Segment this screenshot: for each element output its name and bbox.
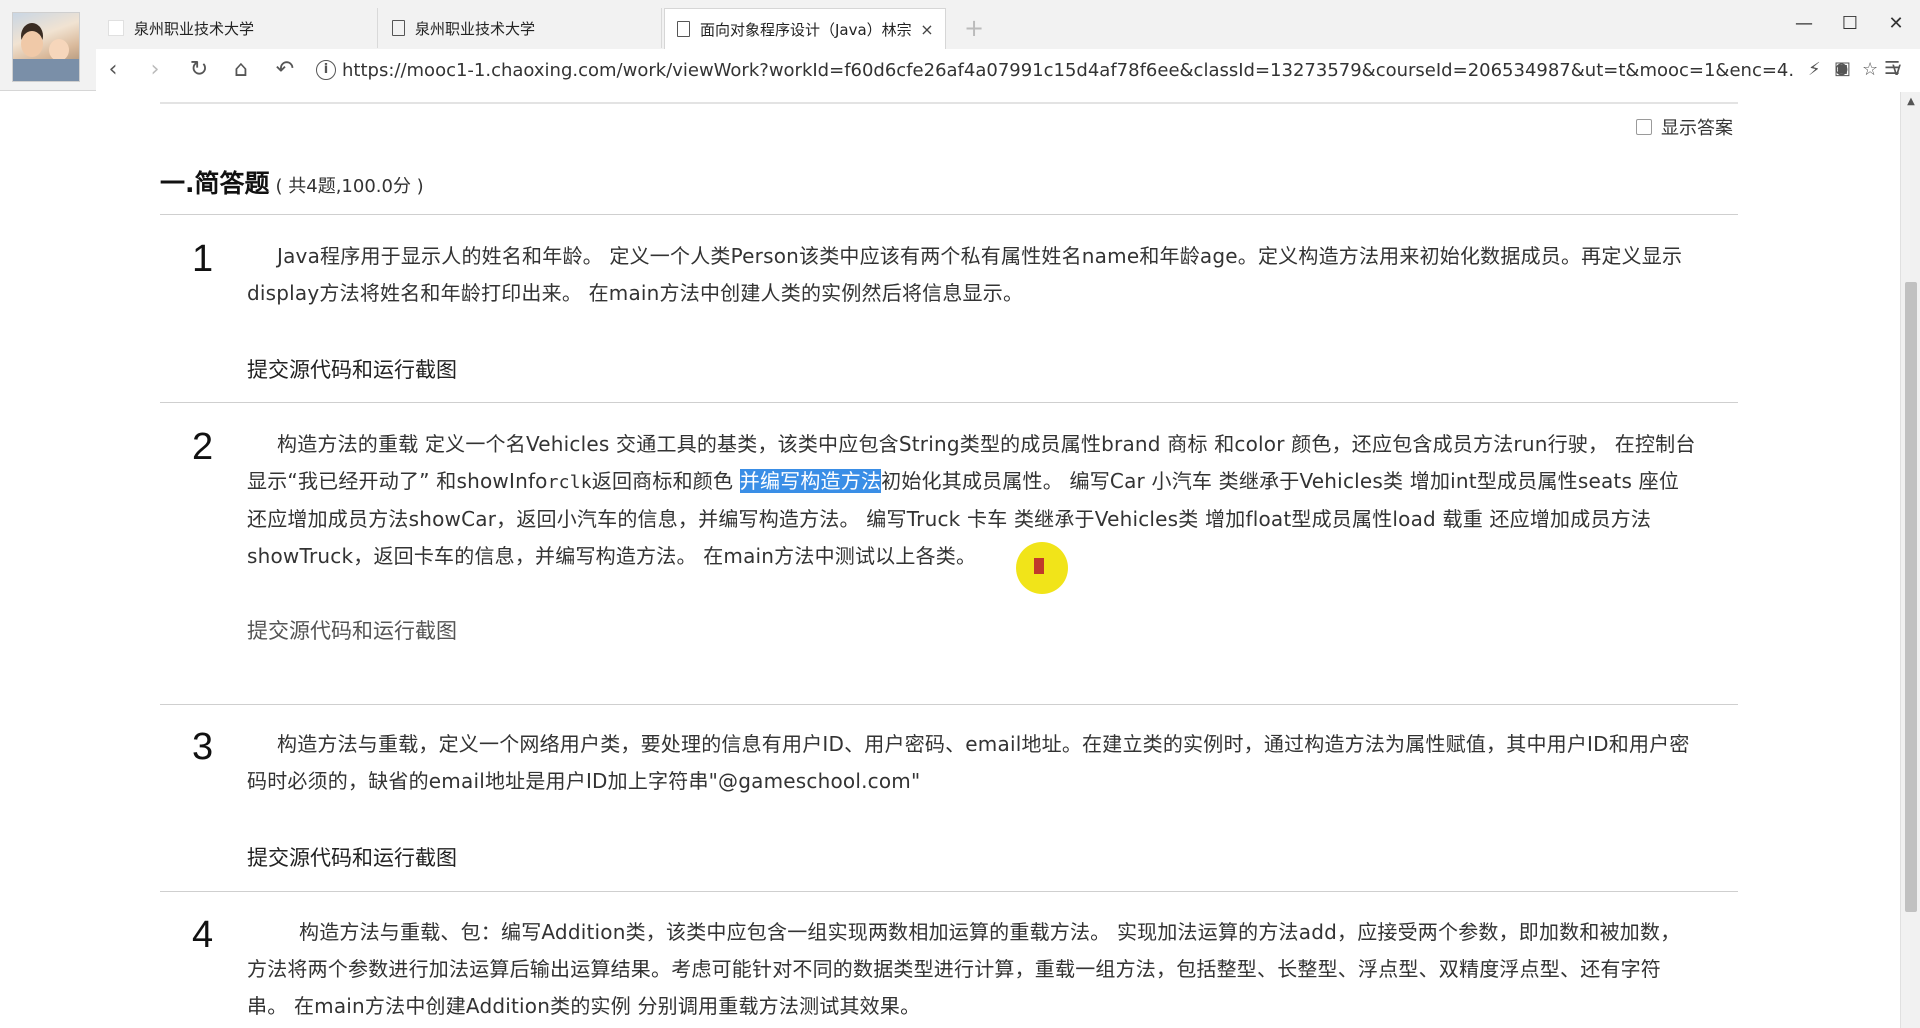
- forward-icon[interactable]: ›: [138, 55, 172, 85]
- submit-instruction: 提交源代码和运行截图: [247, 619, 457, 643]
- tab-3-active[interactable]: 面向对象程序设计（Java）林宗 ×: [664, 8, 946, 49]
- tab-close-icon[interactable]: ×: [915, 20, 939, 39]
- navigation-bar: ‹ › ↻ ⌂ ↶ i https://mooc1-1.chaoxing.com…: [96, 49, 1920, 91]
- question-number: 2: [192, 426, 214, 468]
- divider: [160, 102, 1738, 104]
- question-number: 3: [192, 726, 214, 768]
- section-subtitle: ( 共4题,100.0分 ): [275, 176, 424, 197]
- tab-label: 泉州职业技术大学: [415, 19, 536, 38]
- undo-icon[interactable]: ↶: [268, 55, 302, 85]
- document-icon: [677, 21, 690, 37]
- back-icon[interactable]: ‹: [96, 55, 130, 85]
- tab-2[interactable]: 泉州职业技术大学: [380, 8, 662, 48]
- scroll-up-icon[interactable]: ▲: [1901, 96, 1920, 107]
- question-text-part: 返回商标和颜色: [591, 469, 740, 493]
- browser-chrome: 泉州职业技术大学 泉州职业技术大学 面向对象程序设计（Java）林宗 × + —…: [0, 0, 1920, 91]
- reload-icon[interactable]: ↻: [182, 55, 216, 85]
- maximize-icon[interactable]: ☐: [1830, 8, 1870, 40]
- menu-icon[interactable]: ☰: [1884, 58, 1900, 79]
- section-title-text: 一.简答题: [160, 169, 270, 198]
- divider: [160, 891, 1738, 892]
- question-number: 1: [192, 238, 214, 280]
- homework-page: 显示答案 一.简答题( 共4题,100.0分 ) 1 Java程序用于显示人的姓…: [0, 92, 1900, 1028]
- address-bar[interactable]: i https://mooc1-1.chaoxing.com/work/view…: [316, 53, 1796, 87]
- divider: [160, 214, 1738, 215]
- close-window-icon[interactable]: ✕: [1876, 8, 1916, 40]
- question-text: 构造方法的重载 定义一个名Vehicles 交通工具的基类，该类中应包含Stri…: [247, 426, 1697, 575]
- question-number: 4: [192, 914, 214, 956]
- blank-page-icon: [108, 20, 124, 36]
- tab-label: 面向对象程序设计（Java）林宗: [700, 20, 912, 39]
- tab-label: 泉州职业技术大学: [134, 19, 255, 38]
- document-icon: [392, 20, 405, 36]
- user-avatar[interactable]: [12, 12, 80, 82]
- divider: [160, 402, 1738, 403]
- mouse-cursor-highlight-icon: [1016, 542, 1068, 594]
- home-icon[interactable]: ⌂: [224, 55, 258, 85]
- bookmark-star-icon[interactable]: ☆: [1862, 59, 1878, 80]
- divider: [160, 704, 1738, 705]
- tab-bar: 泉州职业技术大学 泉州职业技术大学 面向对象程序设计（Java）林宗 × +: [96, 8, 1920, 49]
- question-text: Java程序用于显示人的姓名和年龄。 定义一个人类Person该类中应该有两个私…: [247, 244, 1683, 305]
- show-answer-toggle[interactable]: 显示答案: [1636, 114, 1733, 140]
- selected-text[interactable]: 并编写构造方法: [739, 469, 882, 493]
- minimize-icon[interactable]: —: [1784, 8, 1824, 40]
- vertical-scrollbar[interactable]: ▲: [1900, 92, 1920, 1028]
- show-answer-checkbox[interactable]: [1636, 119, 1652, 135]
- extension-icon[interactable]: ▣: [1834, 58, 1851, 79]
- url-text[interactable]: https://mooc1-1.chaoxing.com/work/viewWo…: [342, 60, 1796, 81]
- question-text: 构造方法与重载，定义一个网络用户类，要处理的信息有用户ID、用户密码、email…: [247, 732, 1690, 793]
- submit-instruction: 提交源代码和运行截图: [247, 846, 457, 870]
- site-info-icon[interactable]: i: [316, 60, 336, 80]
- section-title: 一.简答题( 共4题,100.0分 ): [160, 164, 424, 200]
- new-tab-button[interactable]: +: [960, 14, 988, 42]
- scrollbar-thumb[interactable]: [1905, 282, 1917, 912]
- submit-instruction: 提交源代码和运行截图: [247, 358, 457, 382]
- tab-1[interactable]: 泉州职业技术大学: [96, 8, 378, 48]
- question-text: 构造方法与重载、包：编写Addition类，该类中应包含一组实现两数相加运算的重…: [247, 920, 1681, 1018]
- show-answer-label: 显示答案: [1661, 118, 1733, 139]
- question-text-part: rclk: [547, 472, 592, 493]
- flash-icon[interactable]: ⚡: [1808, 59, 1821, 80]
